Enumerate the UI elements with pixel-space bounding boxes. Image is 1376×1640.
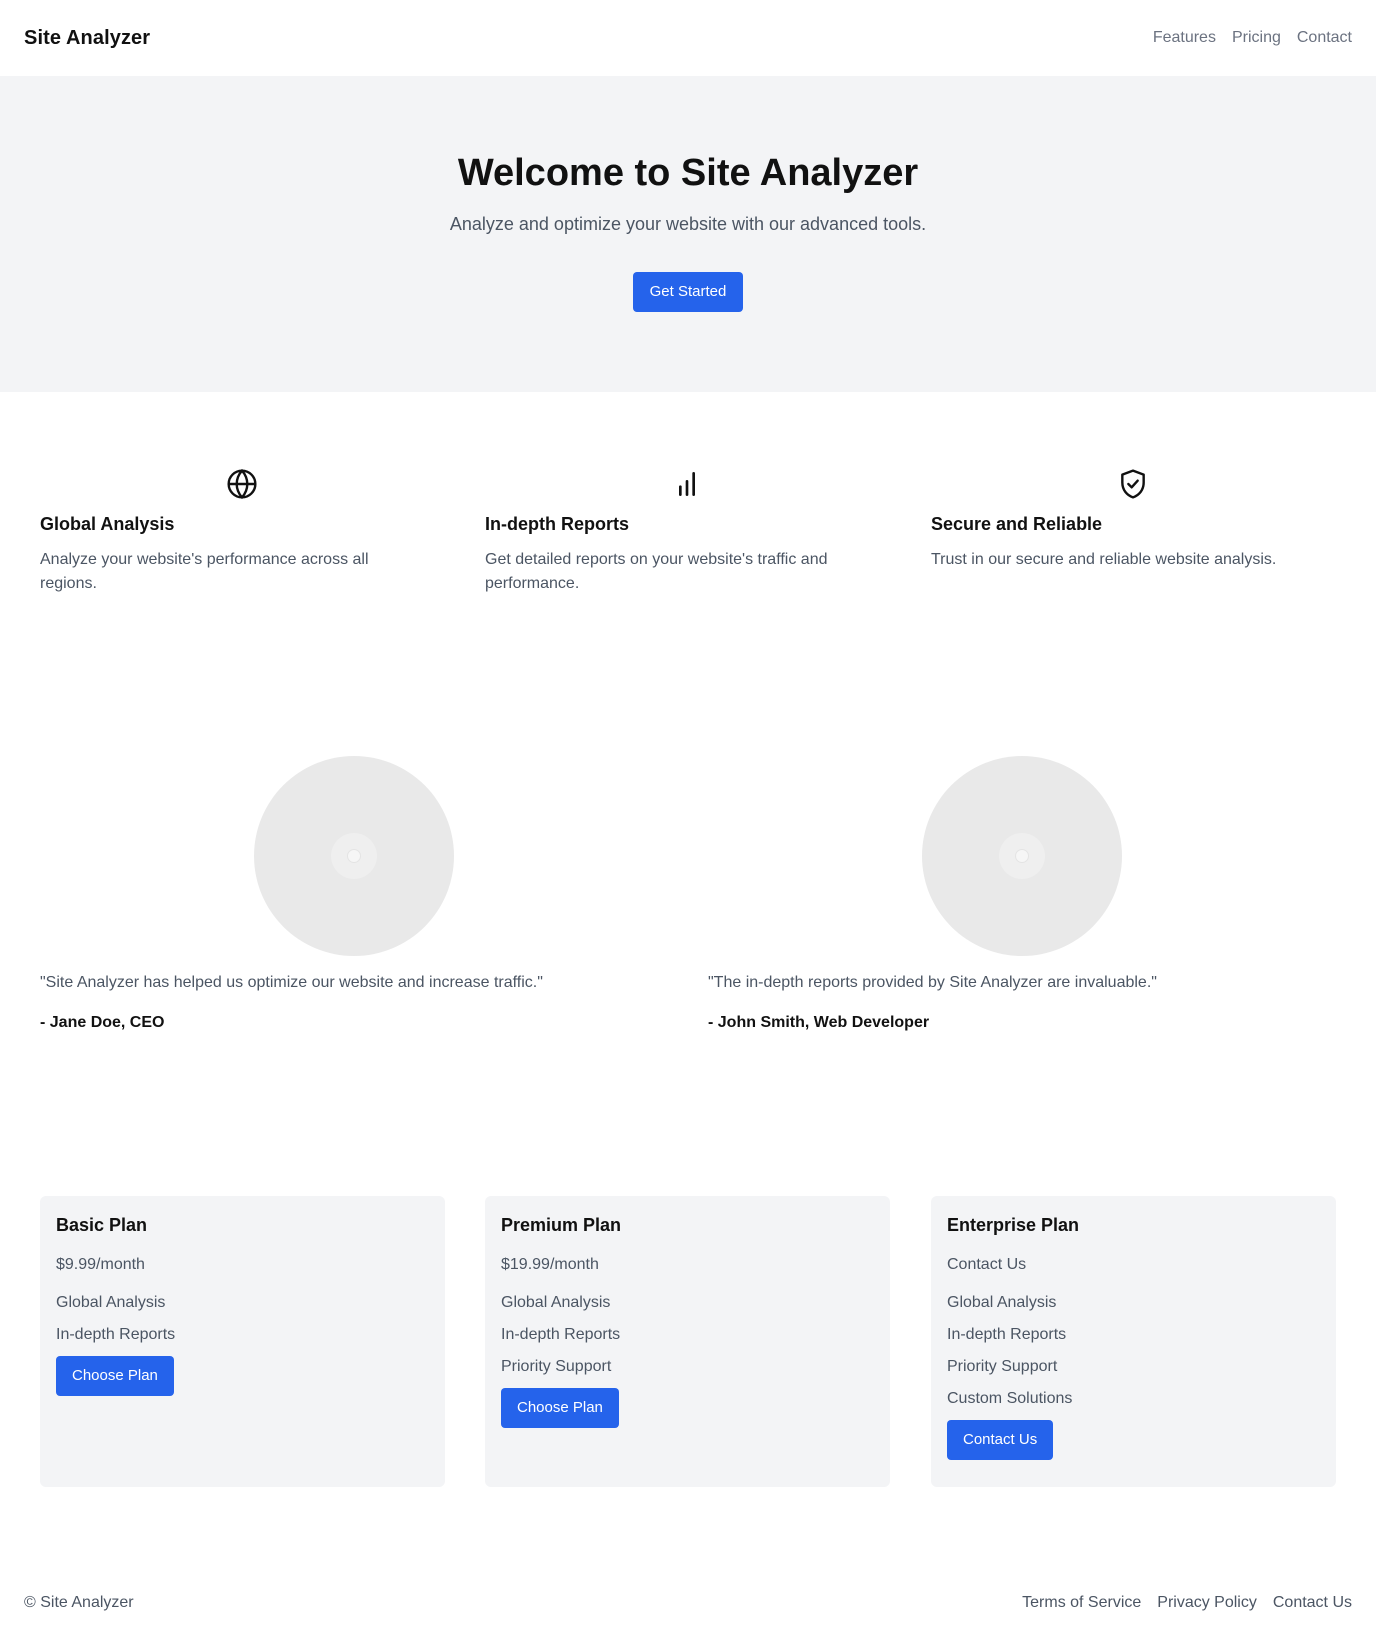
choose-plan-button[interactable]: Choose Plan: [56, 1356, 174, 1396]
plan-price: Contact Us: [947, 1256, 1027, 1273]
testimonial-quote: "Site Analyzer has helped us optimize ou…: [40, 974, 543, 991]
footer-links: Terms of Service Privacy Policy Contact …: [1022, 1594, 1352, 1612]
hero-subtitle: Analyze and optimize your website with o…: [449, 214, 927, 234]
pricing-card-premium: Premium Plan $19.99/month Global Analysi…: [485, 1196, 890, 1487]
pricing-card-basic: Basic Plan $9.99/month Global Analysis I…: [40, 1196, 445, 1487]
plan-feature-item: Global Analysis: [501, 1294, 611, 1311]
plan-feature-item: Priority Support: [501, 1358, 612, 1375]
testimonial-author: - John Smith, Web Developer: [708, 1014, 930, 1031]
plan-feature-item: In-depth Reports: [56, 1326, 176, 1343]
plan-price: $9.99/month: [56, 1256, 145, 1273]
footer-copyright: © Site Analyzer: [24, 1594, 134, 1611]
nav-link-features[interactable]: Features: [1153, 29, 1216, 47]
globe-icon: [227, 468, 257, 500]
footer-link-terms[interactable]: Terms of Service: [1022, 1594, 1141, 1612]
plan-feature-item: In-depth Reports: [947, 1326, 1067, 1343]
feature-description: Get detailed reports on your website's t…: [485, 551, 828, 592]
choose-plan-button[interactable]: Choose Plan: [501, 1388, 619, 1428]
image-placeholder-icon: [999, 833, 1045, 879]
site-header: Site Analyzer Features Pricing Contact: [0, 0, 1376, 76]
feature-title: Global Analysis: [40, 514, 175, 534]
shield-check-icon: [1121, 469, 1145, 499]
avatar: [254, 756, 454, 956]
testimonial-quote: "The in-depth reports provided by Site A…: [708, 974, 1157, 991]
plan-feature-item: Global Analysis: [56, 1294, 166, 1311]
feature-description: Trust in our secure and reliable website…: [931, 551, 1277, 568]
plan-feature-item: Global Analysis: [947, 1294, 1057, 1311]
bar-chart-icon: [679, 472, 695, 496]
brand-logo-text[interactable]: Site Analyzer: [24, 27, 150, 50]
feature-title: In-depth Reports: [485, 514, 629, 534]
plan-feature-list: Global Analysis In-depth Reports Priorit…: [947, 1292, 1320, 1420]
get-started-button[interactable]: Get Started: [633, 272, 743, 312]
hero-section: Welcome to Site Analyzer Analyze and opt…: [0, 76, 1376, 392]
contact-us-button[interactable]: Contact Us: [947, 1420, 1054, 1460]
avatar: [922, 756, 1122, 956]
nav-link-pricing[interactable]: Pricing: [1232, 29, 1281, 47]
nav-link-contact[interactable]: Contact: [1297, 29, 1352, 47]
hero-title: Welcome to Site Analyzer: [457, 152, 919, 194]
plan-name: Premium Plan: [501, 1215, 622, 1235]
plan-feature-list: Global Analysis In-depth Reports: [56, 1292, 429, 1356]
footer-link-privacy[interactable]: Privacy Policy: [1157, 1594, 1257, 1612]
plan-feature-item: Custom Solutions: [947, 1390, 1073, 1407]
plan-name: Basic Plan: [56, 1215, 148, 1235]
testimonial-author: - Jane Doe, CEO: [40, 1014, 165, 1031]
image-placeholder-icon: [331, 833, 377, 879]
site-footer: © Site Analyzer Terms of Service Privacy…: [0, 1580, 1376, 1626]
feature-description: Analyze your website's performance acros…: [40, 551, 369, 592]
feature-title: Secure and Reliable: [931, 514, 1103, 534]
plan-price: $19.99/month: [501, 1256, 599, 1273]
main-nav: Features Pricing Contact: [1153, 29, 1352, 47]
plan-feature-item: In-depth Reports: [501, 1326, 621, 1343]
pricing-card-enterprise: Enterprise Plan Contact Us Global Analys…: [931, 1196, 1336, 1487]
plan-feature-item: Priority Support: [947, 1358, 1058, 1375]
plan-name: Enterprise Plan: [947, 1215, 1080, 1235]
footer-link-contact[interactable]: Contact Us: [1273, 1594, 1352, 1612]
plan-feature-list: Global Analysis In-depth Reports Priorit…: [501, 1292, 874, 1388]
